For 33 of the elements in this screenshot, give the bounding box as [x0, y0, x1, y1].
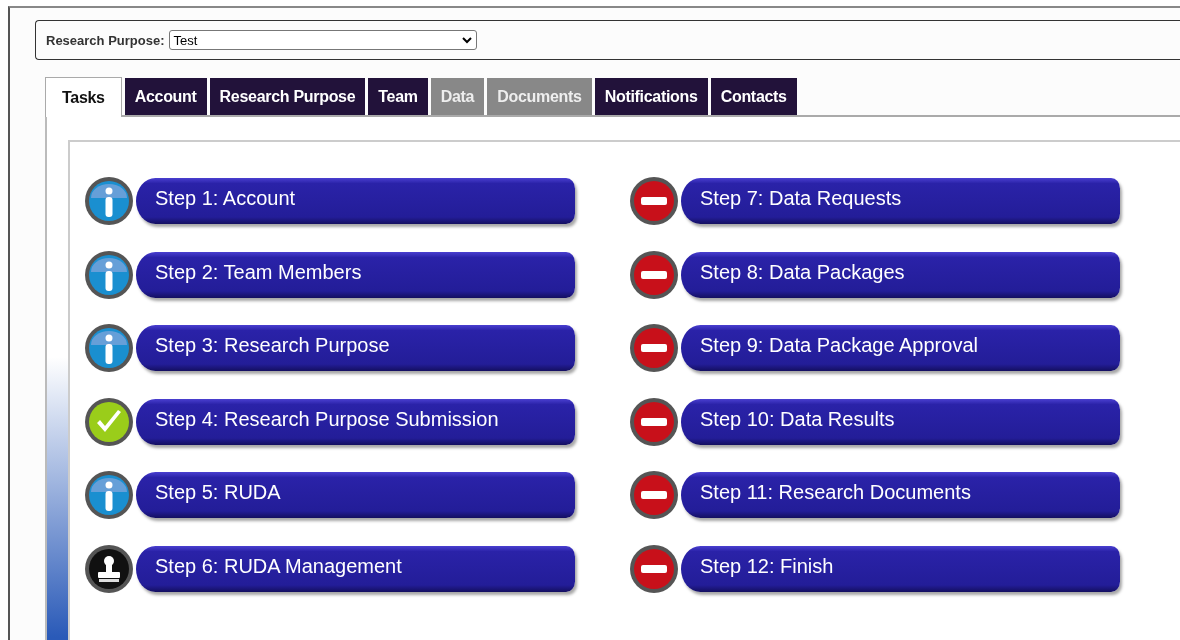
info-icon — [84, 176, 134, 226]
step-button[interactable]: Step 12: Finish — [681, 545, 1120, 592]
caret-icon — [461, 36, 472, 44]
no-entry-icon — [629, 323, 679, 374]
no-entry-icon — [629, 176, 679, 226]
info-icon — [84, 249, 134, 300]
step-button[interactable]: Step 10: Data Results — [681, 398, 1120, 445]
step-button[interactable]: Step 11: Research Documents — [681, 472, 1120, 519]
tab[interactable]: Team — [368, 78, 428, 115]
tab[interactable]: Account — [124, 78, 207, 115]
tab[interactable]: Tasks — [45, 77, 122, 117]
step-button[interactable]: Step 7: Data Requests — [681, 178, 1120, 224]
step-button[interactable]: Step 1: Account — [136, 178, 575, 224]
step-button[interactable]: Step 8: Data Packages — [681, 251, 1120, 298]
step-button[interactable]: Step 3: Research Purpose — [136, 325, 575, 372]
checkmark-icon — [84, 396, 134, 447]
step-button[interactable]: Step 4: Research Purpose Submission — [136, 398, 575, 445]
no-entry-icon — [629, 543, 679, 594]
tab[interactable]: Notifications — [594, 78, 708, 115]
step-button[interactable]: Step 9: Data Package Approval — [681, 325, 1120, 372]
step-button[interactable]: Step 5: RUDA — [136, 472, 575, 519]
no-entry-icon — [629, 470, 679, 521]
step-button[interactable]: Step 2: Team Members — [136, 251, 575, 298]
step-button[interactable]: Step 6: RUDA Management — [136, 545, 575, 592]
no-entry-icon — [629, 249, 679, 300]
research-purpose-select[interactable]: Test — [168, 30, 477, 50]
info-icon — [84, 470, 134, 521]
no-entry-icon — [629, 396, 679, 447]
tab[interactable]: Research Purpose — [209, 78, 366, 115]
tab[interactable]: Contacts — [710, 78, 797, 115]
info-icon — [84, 323, 134, 374]
stamp-icon — [84, 543, 134, 594]
field-label: Research Purpose: — [46, 32, 165, 48]
